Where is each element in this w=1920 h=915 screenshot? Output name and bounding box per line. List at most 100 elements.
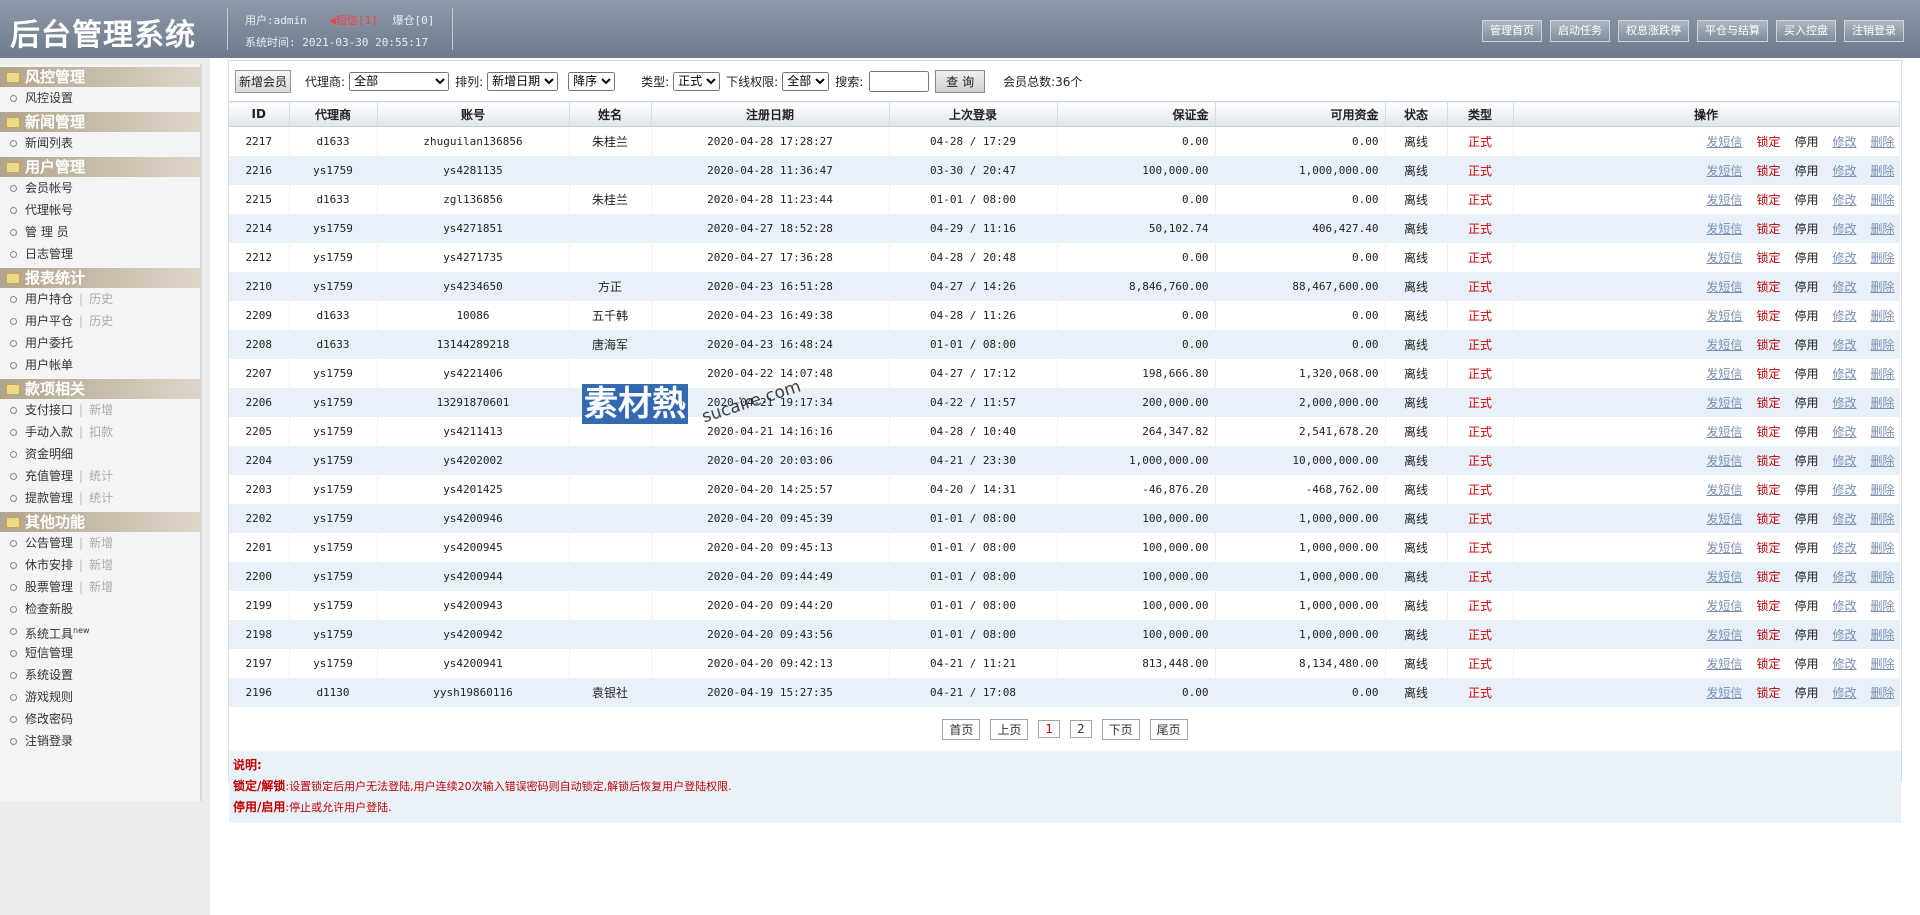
send-sms-link[interactable]: 发短信 <box>1706 251 1742 265</box>
send-sms-link[interactable]: 发短信 <box>1706 686 1742 700</box>
delete-link[interactable]: 删除 <box>1870 367 1894 381</box>
lock-link[interactable]: 锁定 <box>1756 425 1780 439</box>
start-task-button[interactable]: 启动任务 <box>1550 20 1610 42</box>
lock-link[interactable]: 锁定 <box>1756 628 1780 642</box>
last-page-button[interactable]: 尾页 <box>1149 718 1188 740</box>
lock-link[interactable]: 锁定 <box>1756 396 1780 410</box>
disable-link[interactable]: 停用 <box>1794 512 1818 526</box>
sidebar-item-sys-settings[interactable]: 系统设置 <box>0 664 200 686</box>
section-other[interactable]: 其他功能 <box>0 512 200 532</box>
delete-link[interactable]: 删除 <box>1870 396 1894 410</box>
disable-link[interactable]: 停用 <box>1794 338 1818 352</box>
col-account[interactable]: 账号 <box>377 101 570 127</box>
edit-link[interactable]: 修改 <box>1832 657 1856 671</box>
lock-link[interactable]: 锁定 <box>1756 541 1780 555</box>
send-sms-link[interactable]: 发短信 <box>1706 396 1742 410</box>
delete-link[interactable]: 删除 <box>1870 570 1894 584</box>
delete-link[interactable]: 删除 <box>1870 135 1894 149</box>
sidebar-item-withdraw[interactable]: 提款管理 | 统计 <box>0 487 200 509</box>
delete-link[interactable]: 删除 <box>1870 164 1894 178</box>
disable-link[interactable]: 停用 <box>1794 454 1818 468</box>
send-sms-link[interactable]: 发短信 <box>1706 164 1742 178</box>
edit-link[interactable]: 修改 <box>1832 396 1856 410</box>
add-link[interactable]: 新增 <box>89 403 113 417</box>
sidebar-item-user-order[interactable]: 用户委托 <box>0 332 200 354</box>
disable-link[interactable]: 停用 <box>1794 541 1818 555</box>
sidebar-item-admin[interactable]: 管 理 员 <box>0 221 200 243</box>
edit-link[interactable]: 修改 <box>1832 135 1856 149</box>
warehouse-link[interactable]: 爆仓[0] <box>393 14 435 27</box>
edit-link[interactable]: 修改 <box>1832 686 1856 700</box>
lock-link[interactable]: 锁定 <box>1756 280 1780 294</box>
delete-link[interactable]: 删除 <box>1870 222 1894 236</box>
col-agent[interactable]: 代理商 <box>289 101 378 127</box>
page-2-button[interactable]: 2 <box>1070 720 1092 738</box>
edit-link[interactable]: 修改 <box>1832 251 1856 265</box>
disable-link[interactable]: 停用 <box>1794 251 1818 265</box>
send-sms-link[interactable]: 发短信 <box>1706 483 1742 497</box>
send-sms-link[interactable]: 发短信 <box>1706 135 1742 149</box>
sidebar-item-recharge[interactable]: 充值管理 | 统计 <box>0 465 200 487</box>
edit-link[interactable]: 修改 <box>1832 309 1856 323</box>
lock-link[interactable]: 锁定 <box>1756 686 1780 700</box>
home-button[interactable]: 管理首页 <box>1482 20 1542 42</box>
sidebar-item-risk-settings[interactable]: 风控设置 <box>0 87 200 109</box>
edit-link[interactable]: 修改 <box>1832 512 1856 526</box>
sms-link[interactable]: 短信[1] <box>336 14 378 27</box>
stats-link[interactable]: 统计 <box>89 469 113 483</box>
delete-link[interactable]: 删除 <box>1870 309 1894 323</box>
sidebar-item-user-bill[interactable]: 用户帐单 <box>0 354 200 376</box>
edit-link[interactable]: 修改 <box>1832 222 1856 236</box>
edit-link[interactable]: 修改 <box>1832 425 1856 439</box>
edit-link[interactable]: 修改 <box>1832 367 1856 381</box>
buy-control-button[interactable]: 买入控盘 <box>1776 20 1836 42</box>
delete-link[interactable]: 删除 <box>1870 483 1894 497</box>
send-sms-link[interactable]: 发短信 <box>1706 512 1742 526</box>
disable-link[interactable]: 停用 <box>1794 164 1818 178</box>
edit-link[interactable]: 修改 <box>1832 541 1856 555</box>
history-link[interactable]: 历史 <box>89 292 113 306</box>
send-sms-link[interactable]: 发短信 <box>1706 570 1742 584</box>
lock-link[interactable]: 锁定 <box>1756 367 1780 381</box>
send-sms-link[interactable]: 发短信 <box>1706 599 1742 613</box>
disable-link[interactable]: 停用 <box>1794 657 1818 671</box>
lock-link[interactable]: 锁定 <box>1756 251 1780 265</box>
send-sms-link[interactable]: 发短信 <box>1706 454 1742 468</box>
edit-link[interactable]: 修改 <box>1832 599 1856 613</box>
sidebar-item-logout[interactable]: 注销登录 <box>0 730 200 752</box>
sidebar-item-sys-tools[interactable]: 系统工具new <box>0 620 200 642</box>
section-report[interactable]: 报表统计 <box>0 268 200 288</box>
col-id[interactable]: ID <box>229 101 290 127</box>
edit-link[interactable]: 修改 <box>1832 338 1856 352</box>
next-page-button[interactable]: 下页 <box>1101 718 1140 740</box>
history-link[interactable]: 历史 <box>89 314 113 328</box>
lock-link[interactable]: 锁定 <box>1756 164 1780 178</box>
sidebar-item-member-account[interactable]: 会员帐号 <box>0 177 200 199</box>
lock-link[interactable]: 锁定 <box>1756 657 1780 671</box>
delete-link[interactable]: 删除 <box>1870 251 1894 265</box>
lock-link[interactable]: 锁定 <box>1756 135 1780 149</box>
sidebar-item-notice[interactable]: 公告管理 | 新增 <box>0 532 200 554</box>
logout-button[interactable]: 注销登录 <box>1844 20 1904 42</box>
sidebar-item-log[interactable]: 日志管理 <box>0 243 200 265</box>
send-sms-link[interactable]: 发短信 <box>1706 309 1742 323</box>
delete-link[interactable]: 删除 <box>1870 657 1894 671</box>
delete-link[interactable]: 删除 <box>1870 512 1894 526</box>
lock-link[interactable]: 锁定 <box>1756 483 1780 497</box>
send-sms-link[interactable]: 发短信 <box>1706 338 1742 352</box>
deduct-link[interactable]: 扣款 <box>89 425 113 439</box>
lock-link[interactable]: 锁定 <box>1756 570 1780 584</box>
disable-link[interactable]: 停用 <box>1794 222 1818 236</box>
sidebar-item-news-list[interactable]: 新闻列表 <box>0 132 200 154</box>
sidebar-item-fund-detail[interactable]: 资金明细 <box>0 443 200 465</box>
sort-select[interactable]: 新增日期 <box>487 71 559 91</box>
disable-link[interactable]: 停用 <box>1794 628 1818 642</box>
disable-link[interactable]: 停用 <box>1794 599 1818 613</box>
type-select[interactable]: 正式 <box>673 71 721 91</box>
delete-link[interactable]: 删除 <box>1870 541 1894 555</box>
delete-link[interactable]: 删除 <box>1870 338 1894 352</box>
delete-link[interactable]: 删除 <box>1870 425 1894 439</box>
disable-link[interactable]: 停用 <box>1794 686 1818 700</box>
add-link[interactable]: 新增 <box>89 536 113 550</box>
send-sms-link[interactable]: 发短信 <box>1706 628 1742 642</box>
